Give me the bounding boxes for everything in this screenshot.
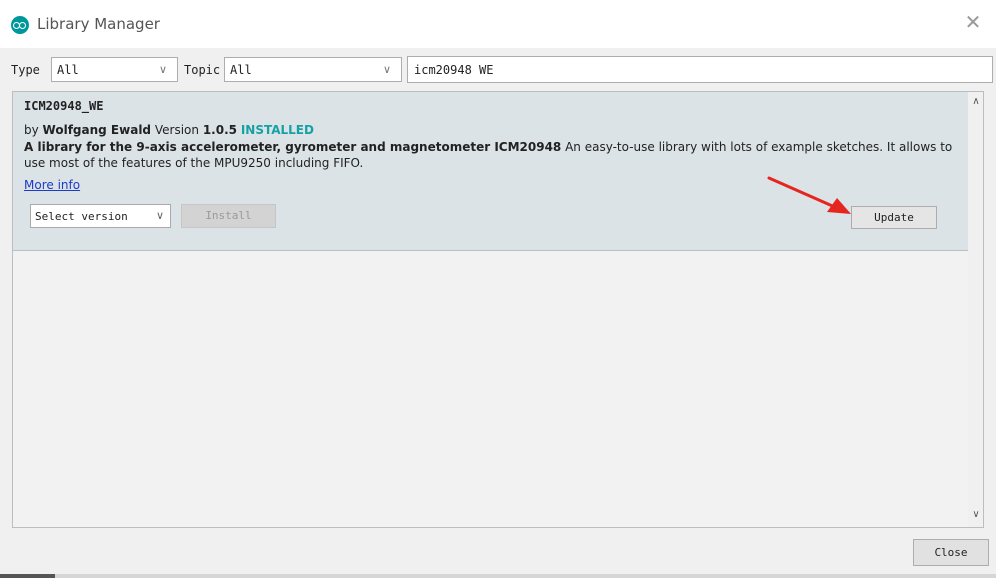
search-input[interactable]: icm20948 WE [407,56,993,83]
type-select[interactable]: All ∨ [51,57,178,82]
library-item[interactable]: ICM20948_WE by Wolfgang Ewald Version 1.… [13,92,968,251]
library-version: 1.0.5 [202,123,237,137]
bottom-strip [0,574,996,578]
scroll-up-icon[interactable]: ∧ [968,94,983,110]
arduino-icon [11,16,29,34]
chevron-down-icon: ∨ [383,63,392,76]
chevron-down-icon: ∨ [159,63,168,76]
installed-badge: INSTALLED [240,123,314,137]
scrollbar[interactable]: ∧ ∨ [968,92,983,527]
topic-label: Topic [184,63,221,77]
window-title: Library Manager [37,15,160,33]
close-button[interactable]: Close [913,539,989,566]
by-label: by [24,123,39,137]
library-author: Wolfgang Ewald [42,123,152,137]
window-close-icon[interactable]: ✕ [960,9,986,35]
red-arrow-icon [767,176,851,214]
library-list: ICM20948_WE by Wolfgang Ewald Version 1.… [12,91,984,528]
library-description: A library for the 9-axis accelerometer, … [24,139,954,171]
scroll-down-icon[interactable]: ∨ [968,507,983,523]
select-version-label: Select version [35,210,128,223]
install-button: Install [181,204,276,228]
update-button[interactable]: Update [851,206,937,229]
library-sentence: A library for the 9-axis accelerometer, … [24,140,562,154]
chevron-down-icon: ∨ [155,209,164,222]
type-label: Type [11,63,40,77]
title-bar: Library Manager ✕ [0,0,996,48]
library-name: ICM20948_WE [24,99,104,113]
library-meta: by Wolfgang Ewald Version 1.0.5 INSTALLE… [24,123,314,137]
select-version-dropdown[interactable]: Select version ∨ [30,204,171,228]
type-select-value: All [57,63,79,77]
topic-select[interactable]: All ∨ [224,57,402,82]
topic-select-value: All [230,63,252,77]
filter-bar: Type All ∨ Topic All ∨ icm20948 WE [0,56,996,84]
more-info-link[interactable]: More info [24,178,80,192]
version-label: Version [154,123,199,137]
bottom-strip-dark [0,574,55,578]
